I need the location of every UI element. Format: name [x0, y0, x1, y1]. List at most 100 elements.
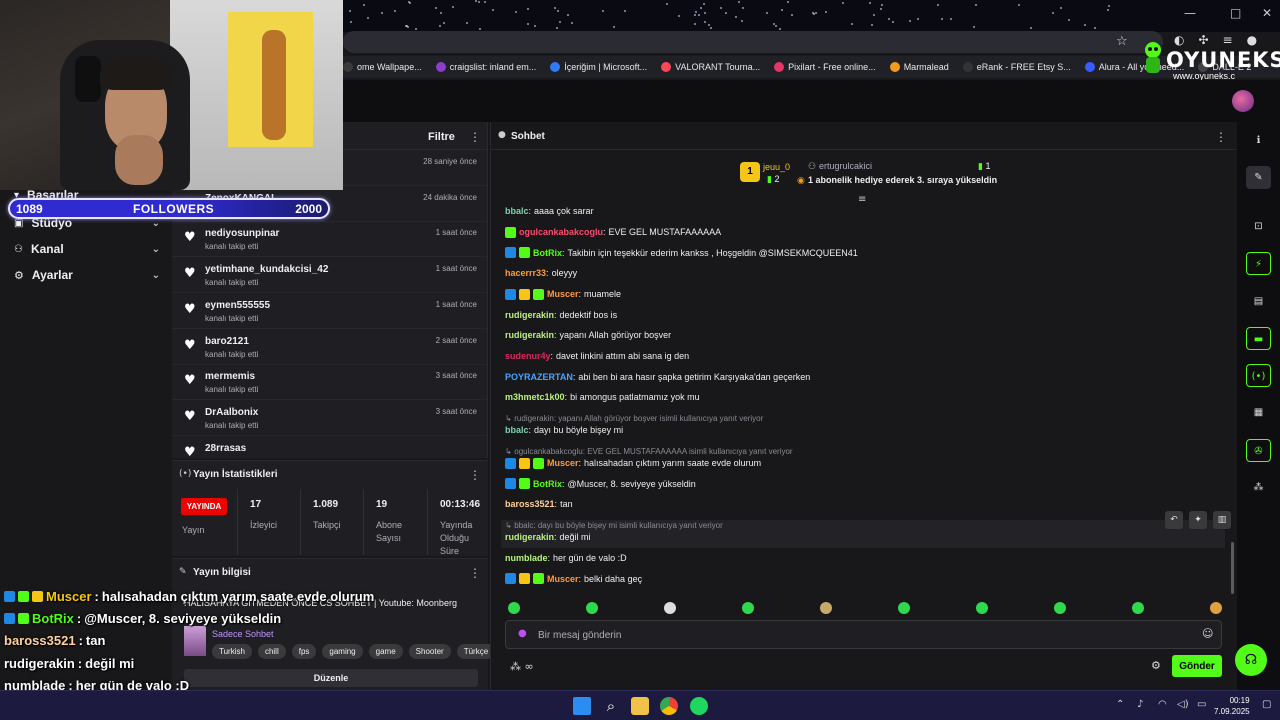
bookmark-star-icon[interactable]: ☆ — [1116, 34, 1128, 49]
spotify-icon[interactable] — [690, 697, 708, 715]
emote-icon[interactable] — [898, 602, 910, 614]
tag-chip[interactable]: Turkish — [212, 644, 252, 659]
chat-message[interactable]: Muscer: muamele — [505, 288, 621, 300]
chat-username[interactable]: numblade — [505, 553, 548, 563]
emote-icon[interactable] — [976, 602, 988, 614]
search-icon[interactable]: ⌕ — [602, 697, 620, 715]
emote-icon[interactable] — [508, 602, 520, 614]
battery-icon[interactable]: ▭ — [1197, 699, 1206, 710]
emote-icon[interactable] — [1210, 602, 1222, 614]
chat-message[interactable]: m3hmetc1k00: bi amongus patlatmamız yok m… — [505, 392, 700, 402]
activity-item[interactable]: ♥ nediyosunpinar kanalı takip etti 1 saat ö… — [172, 221, 488, 258]
chat-username[interactable]: baross3521 — [505, 499, 555, 509]
more-options-icon[interactable]: ⋮ — [469, 130, 481, 144]
bookmark-item[interactable]: VALORANT Tourna... — [661, 62, 760, 72]
more-options-icon[interactable]: ⋮ — [469, 566, 481, 580]
chat-message[interactable]: sudenur4y: davet linkini attım abi sana i… — [505, 351, 689, 361]
activity-name[interactable]: yetimhane_kundakcisi_42 — [205, 264, 328, 275]
chat-username[interactable]: Muscer — [547, 289, 579, 299]
chat-message[interactable]: POYRAZERTAN: abi ben bi ara hasır şapka g… — [505, 372, 810, 382]
tag-chip[interactable]: Shooter — [408, 644, 451, 659]
microphone-icon[interactable]: ● — [518, 628, 527, 639]
activity-item[interactable]: ♥ mermemis kanalı takip etti 3 saat önce — [172, 364, 488, 401]
chat-username[interactable]: hacerrr33 — [505, 268, 546, 278]
chat-message[interactable]: rudigerakin: yapanı Allah görüyor boşver — [505, 330, 671, 340]
chat-scrollbar[interactable] — [1231, 542, 1234, 594]
filter-button[interactable]: Filtre — [428, 131, 455, 143]
chat-message[interactable]: BotRix: @Muscer, 8. seviyeye yükseldin — [505, 478, 696, 490]
emote-icon[interactable] — [1054, 602, 1066, 614]
document-icon[interactable]: ▤ — [1246, 290, 1271, 313]
activity-item[interactable]: ♥ baro2121 kanalı takip etti 2 saat önce — [172, 329, 488, 365]
chat-username[interactable]: BotRix — [533, 248, 562, 258]
sidebar-item-settings[interactable]: ⚙ Ayarlar ⌄ — [14, 268, 160, 282]
apps-icon[interactable]: ⁂ — [1246, 476, 1271, 499]
chat-username[interactable]: Muscer — [547, 458, 579, 468]
chat-message[interactable]: BotRix: Takibin için teşekkür ederim kank… — [505, 247, 858, 259]
chat-username[interactable]: sudenur4y — [505, 351, 551, 361]
chat-message[interactable]: Muscer: belki daha geç — [505, 573, 642, 585]
chat-message[interactable]: rudigerakin: değil mi — [505, 532, 591, 542]
chat-username[interactable]: Muscer — [547, 574, 579, 584]
chat-username[interactable]: ogulcankabakcoglu — [519, 227, 603, 237]
more-options-icon[interactable]: ⋮ — [1215, 130, 1227, 144]
trash-icon[interactable]: ▥ — [1213, 511, 1231, 529]
tag-chip[interactable]: game — [368, 644, 403, 659]
activity-name[interactable]: DrAalbonix — [205, 407, 258, 418]
info-icon[interactable]: ℹ — [1246, 129, 1271, 152]
user-avatar[interactable] — [1232, 90, 1254, 112]
volume-icon[interactable]: ◁) — [1177, 699, 1189, 710]
file-explorer-icon[interactable] — [631, 697, 649, 715]
chat-message[interactable]: hacerrr33: oleyyy — [505, 268, 577, 278]
reply-context[interactable]: ↳ ogulcankabakcoglu: EVE GEL MUSTAFAAAAA… — [505, 447, 793, 456]
activity-name[interactable]: nediyosunpinar — [205, 228, 279, 239]
bookmark-item[interactable]: Pixilart - Free online... — [774, 62, 876, 72]
activity-name[interactable]: eymen555555 — [205, 300, 270, 311]
chevron-up-icon[interactable]: ⌃ — [1116, 699, 1124, 710]
pencil-icon[interactable]: ✎ — [1246, 166, 1271, 189]
emote-icon[interactable] — [664, 602, 676, 614]
pin-icon[interactable]: ✦ — [1189, 511, 1207, 529]
emote-icon[interactable] — [1132, 602, 1144, 614]
system-clock[interactable]: 00:19 7.09.2025 — [1214, 695, 1250, 717]
wrench-icon[interactable]: ✇ — [1246, 439, 1271, 462]
emoji-icon[interactable]: ☺ — [1202, 627, 1213, 640]
collapse-icon[interactable]: ≡ — [858, 194, 866, 205]
edit-button[interactable]: Düzenle — [184, 669, 478, 687]
chat-input[interactable] — [538, 627, 1188, 643]
chat-username[interactable]: bbalc — [505, 206, 529, 216]
chrome-icon[interactable] — [660, 697, 678, 715]
microphone-icon[interactable]: ♪ — [1137, 699, 1143, 710]
reply-icon[interactable]: ↶ — [1165, 511, 1183, 529]
minimize-icon[interactable]: — — [1184, 6, 1196, 20]
chat-message[interactable]: baross3521: tan — [505, 499, 573, 509]
chat-message[interactable]: bbalc: aaaa çok sarar — [505, 206, 594, 216]
emote-icon[interactable] — [742, 602, 754, 614]
sidebar-item-channel[interactable]: ⚇ Kanal ⌄ — [14, 242, 160, 256]
category-link[interactable]: Sadece Sohbet — [212, 629, 274, 639]
more-options-icon[interactable]: ⋮ — [469, 468, 481, 482]
address-bar[interactable] — [343, 31, 1163, 53]
chat-username[interactable]: POYRAZERTAN — [505, 372, 573, 382]
chat-username[interactable]: BotRix — [533, 479, 562, 489]
chat-username[interactable]: rudigerakin — [505, 532, 554, 542]
activity-item[interactable]: ♥ yetimhane_kundakcisi_42 kanalı takip ett… — [172, 257, 488, 294]
bookmark-item[interactable]: ome Wallpape... — [343, 62, 422, 72]
chat-message[interactable]: rudigerakin: dedektif bos is — [505, 310, 617, 320]
chat-username[interactable]: rudigerakin — [505, 310, 554, 320]
close-icon[interactable]: ✕ — [1262, 6, 1272, 20]
chat-message[interactable]: ogulcankabakcoglu: EVE GEL MUSTAFAAAAAA — [505, 226, 721, 238]
activity-name[interactable]: baro2121 — [205, 336, 249, 347]
infinity-icon[interactable]: ⁂ ∞ — [510, 660, 534, 673]
reply-context[interactable]: ↳ bbalc: dayı bu böyle bişey mi isimli k… — [505, 521, 723, 530]
chat-username[interactable]: rudigerakin — [505, 330, 554, 340]
maximize-icon[interactable]: □ — [1230, 6, 1241, 20]
activity-item[interactable]: ♥ DrAalbonix kanalı takip etti 3 saat önce — [172, 400, 488, 436]
leader-name[interactable]: jeuu_0 — [763, 162, 790, 172]
activity-name[interactable]: 28rrasas — [205, 443, 246, 454]
emote-icon[interactable] — [586, 602, 598, 614]
broadcast-icon[interactable]: (•) — [1246, 364, 1271, 387]
chat-username[interactable]: bbalc — [505, 425, 529, 435]
printer-icon[interactable]: ▦ — [1246, 401, 1271, 424]
chat-message[interactable]: bbalc: dayı bu böyle bişey mi — [505, 425, 623, 435]
